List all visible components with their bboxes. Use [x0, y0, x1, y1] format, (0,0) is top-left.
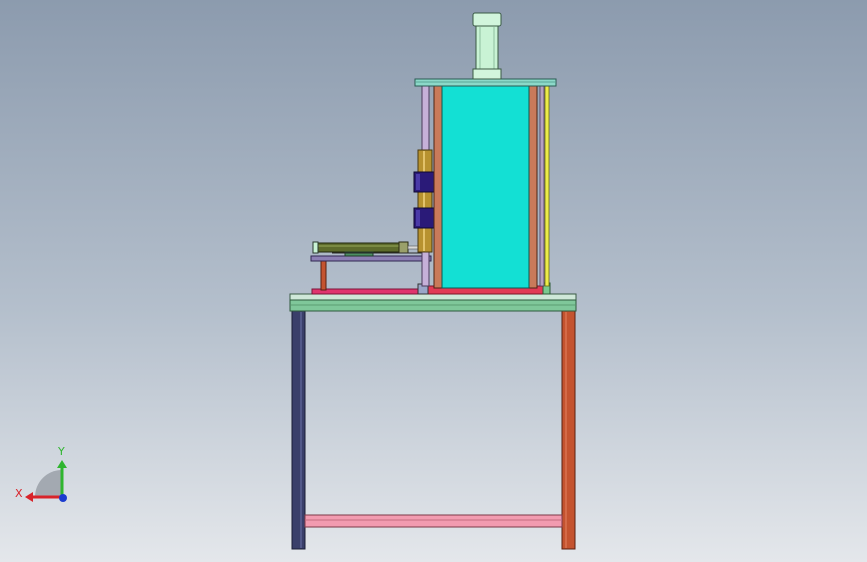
guide-rod-yellow — [544, 85, 550, 287]
top-cylinder-collar — [472, 68, 502, 80]
press-frame — [414, 78, 557, 289]
triad-y-arrowhead — [57, 460, 67, 468]
triad-y-label: Y — [57, 445, 65, 458]
side-slide-assembly — [310, 241, 432, 291]
triad-plane-indicator — [35, 470, 62, 497]
slide-support-post — [320, 259, 327, 291]
coordinate-triad: X Y — [15, 445, 67, 502]
side-cylinder-body — [316, 242, 402, 253]
slide-plate — [310, 255, 432, 262]
triad-z-axis — [59, 494, 67, 502]
table-frame — [289, 293, 577, 550]
top-cylinder-cap — [472, 12, 502, 27]
table-leg-left — [291, 310, 306, 550]
table-leg-right — [561, 310, 576, 550]
frame-side-left — [433, 85, 443, 289]
guide-rail-right — [539, 85, 545, 287]
block-highlight-lower — [416, 210, 420, 226]
triad-x-arrowhead — [25, 492, 33, 502]
top-cylinder-barrel — [475, 25, 499, 71]
block-highlight-upper — [416, 174, 420, 190]
top-cylinder — [472, 12, 502, 80]
base-plate-left — [311, 288, 425, 295]
side-cylinder-cap-right — [398, 241, 409, 254]
cad-viewport[interactable]: X Y — [0, 0, 867, 562]
frame-side-right — [528, 85, 538, 289]
triad-x-label: X — [15, 487, 23, 500]
machine-drawing: X Y — [15, 12, 577, 550]
table-top-plate — [289, 293, 577, 301]
side-cylinder-cap-left — [312, 241, 319, 254]
table-crossbar — [304, 514, 563, 528]
main-cylinder-body — [441, 85, 530, 289]
